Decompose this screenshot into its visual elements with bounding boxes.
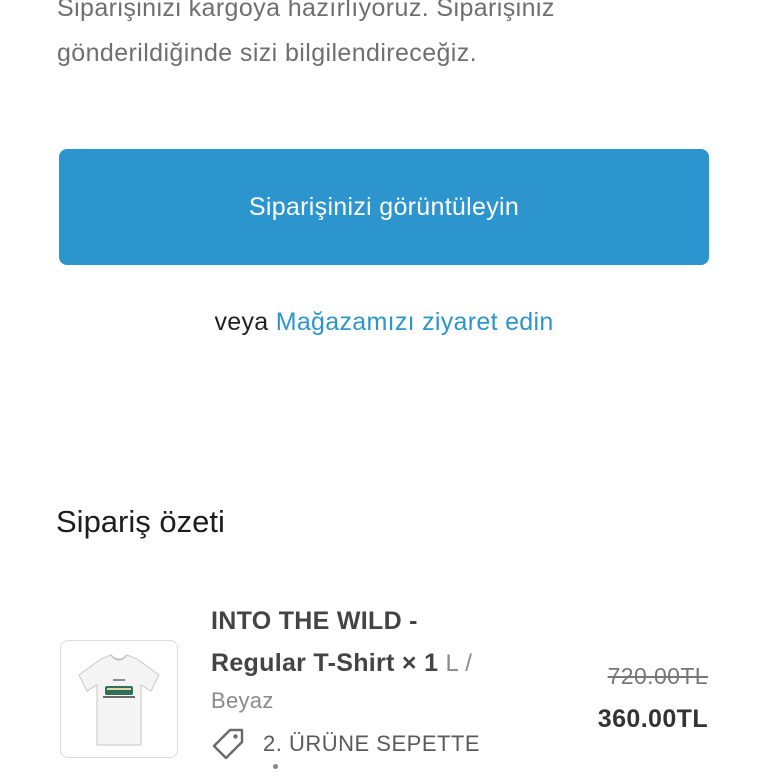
order-status-line-2: gönderildiğinde sizi bilgilendireceğiz.	[57, 39, 478, 67]
product-name: INTO THE WILD - Regular T-Shirt × 1 L /	[211, 600, 551, 685]
or-text: veya	[214, 308, 269, 336]
product-name-line-1: INTO THE WILD -	[211, 607, 418, 635]
tag-icon	[211, 727, 245, 761]
product-variant-size: L /	[445, 650, 473, 677]
visit-store-link[interactable]: Mağazamızı ziyaret edin	[276, 308, 554, 336]
original-price: 720.00TL	[607, 663, 708, 689]
order-summary-title: Sipariş özeti	[56, 504, 225, 539]
view-order-button-label: Siparişinizi görüntüleyin	[248, 192, 520, 221]
view-order-button[interactable]: Siparişinizi görüntüleyin	[59, 149, 709, 265]
white-tshirt-image	[78, 654, 160, 746]
discounted-price: 360.00TL	[597, 705, 708, 733]
discount-line: 2. ÜRÜNE SEPETTE	[211, 726, 480, 762]
product-name-line-2: Regular T-Shirt × 1 L /	[211, 642, 551, 685]
order-status-message: Siparişinizi kargoya hazırlıyoruz. Sipar…	[57, 0, 717, 76]
product-variant-color: Beyaz	[211, 688, 274, 713]
alternate-action: veya Mağazamızı ziyaret edin	[0, 302, 768, 342]
product-thumbnail	[60, 640, 178, 758]
product-name-quantity: Regular T-Shirt × 1	[211, 649, 439, 677]
discount-label: 2. ÜRÜNE SEPETTE	[263, 731, 481, 756]
order-status-line-1: Siparişinizi kargoya hazırlıyoruz. Sipar…	[57, 0, 555, 22]
bullet-dot	[273, 764, 278, 769]
